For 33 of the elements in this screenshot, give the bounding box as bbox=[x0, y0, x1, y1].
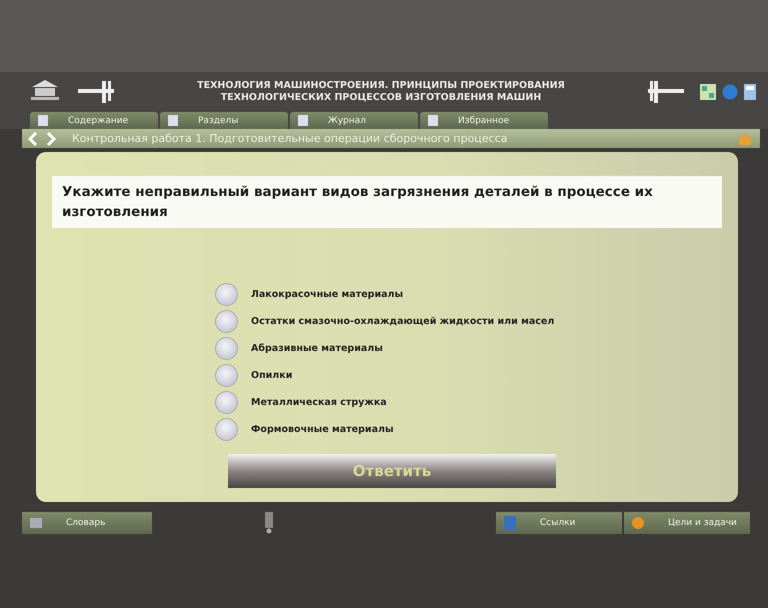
option-label: Металлическая стружка bbox=[251, 397, 387, 408]
option-label: Лакокрасочные материалы bbox=[251, 289, 404, 300]
radio-button[interactable] bbox=[216, 284, 237, 305]
forward-icon[interactable] bbox=[46, 132, 56, 146]
goals-button[interactable]: Цели и задачи bbox=[624, 512, 750, 534]
option-label: Абразивные материалы bbox=[251, 343, 383, 354]
radio-button[interactable] bbox=[216, 419, 237, 440]
save-icon[interactable] bbox=[744, 84, 756, 100]
option-label: Остатки смазочно-охлаждающей жидкости или масел bbox=[251, 316, 554, 327]
grid-icon[interactable] bbox=[700, 84, 716, 100]
tab[interactable]: Содержание bbox=[30, 112, 158, 129]
tab[interactable]: Разделы bbox=[160, 112, 288, 129]
radio-button[interactable] bbox=[216, 392, 237, 413]
dictionary-button[interactable]: Словарь bbox=[22, 512, 152, 534]
option-label: Формовочные материалы bbox=[251, 424, 394, 435]
question-text: Укажите неправильный вариант видов загрязнения деталей в процессе их изготовления bbox=[52, 176, 722, 228]
option-label: Опилки bbox=[251, 370, 292, 381]
radio-button[interactable] bbox=[216, 311, 237, 332]
links-button[interactable]: Ссылки bbox=[496, 512, 622, 534]
tab[interactable]: Избранное bbox=[420, 112, 548, 129]
caliper-icon bbox=[76, 79, 116, 105]
caliper-icon bbox=[646, 79, 686, 105]
breadcrumb: Контрольная работа 1. Подготовительные операции сборочного процесса bbox=[72, 132, 508, 145]
radio-button[interactable] bbox=[216, 365, 237, 386]
course-subtitle: ТЕХНОЛОГИЧЕСКИХ ПРОЦЕССОВ ИЗГОТОВЛЕНИЯ МАШИН bbox=[220, 92, 542, 104]
back-icon[interactable] bbox=[28, 132, 38, 146]
radio-button[interactable] bbox=[216, 338, 237, 359]
home-icon[interactable] bbox=[738, 132, 752, 146]
help-icon[interactable] bbox=[722, 84, 738, 100]
tab[interactable]: Журнал bbox=[290, 112, 418, 129]
answer-button[interactable]: Ответить bbox=[228, 454, 556, 488]
academy-logo-icon bbox=[28, 77, 62, 103]
course-title: ТЕХНОЛОГИЯ МАШИНОСТРОЕНИЯ. ПРИНЦИПЫ ПРОЕКТИРОВАНИЯ bbox=[197, 80, 565, 92]
